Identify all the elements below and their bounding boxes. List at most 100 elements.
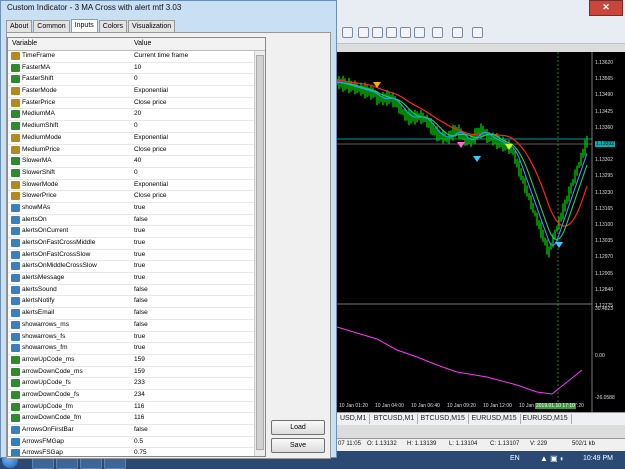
param-row-ArrowsFMGap[interactable]: ArrowsFMGap 0.5	[8, 437, 265, 449]
param-row-arrowDownCode_ms[interactable]: arrowDownCode_ms 159	[8, 367, 265, 379]
param-value[interactable]: true	[134, 343, 145, 353]
param-row-FasterMA[interactable]: FasterMA 10	[8, 63, 265, 75]
param-row-SlowerMA[interactable]: SlowerMA 40	[8, 156, 265, 168]
param-row-TimeFrame[interactable]: TimeFrame Current time frame	[8, 51, 265, 63]
window-close-button[interactable]: ✕	[589, 0, 623, 16]
param-value[interactable]: false	[134, 308, 148, 318]
param-value[interactable]: 40	[134, 156, 141, 166]
param-row-arrowDownCode_fm[interactable]: arrowDownCode_fm 116	[8, 413, 265, 425]
param-row-MediumShift[interactable]: MediumShift 0	[8, 121, 265, 133]
toolbar-shift-icon[interactable]	[414, 27, 425, 38]
param-value[interactable]: 0.5	[134, 437, 143, 447]
param-value[interactable]: 0.75	[134, 448, 147, 456]
param-value[interactable]: Close price	[134, 145, 167, 155]
param-row-alertsOnFastCrossMiddle[interactable]: alertsOnFastCrossMiddle true	[8, 238, 265, 250]
tab-common[interactable]: Common	[33, 20, 70, 32]
param-value[interactable]: true	[134, 332, 145, 342]
scrollbar-thumb[interactable]	[256, 55, 264, 450]
param-row-arrowUpCode_ms[interactable]: arrowUpCode_ms 159	[8, 355, 265, 367]
toolbar-indicators-icon[interactable]	[432, 27, 443, 38]
param-row-alertsMessage[interactable]: alertsMessage true	[8, 273, 265, 285]
toolbar-grid-icon[interactable]	[386, 27, 397, 38]
toolbar-periods-icon[interactable]	[452, 27, 463, 38]
clock[interactable]: 10:49 PM	[583, 455, 613, 462]
toolbar-zoom-out-icon[interactable]	[372, 27, 383, 38]
param-row-SlowerMode[interactable]: SlowerMode Exponential	[8, 180, 265, 192]
param-row-arrowDownCode_fs[interactable]: arrowDownCode_fs 234	[8, 390, 265, 402]
symbol-tab[interactable]: USD,M1	[337, 414, 371, 424]
param-value[interactable]: 234	[134, 390, 145, 400]
param-row-SlowerShift[interactable]: SlowerShift 0	[8, 168, 265, 180]
column-variable[interactable]: Variable	[12, 38, 37, 50]
symbol-tab[interactable]: EURUSD,M15	[520, 414, 572, 424]
tab-inputs[interactable]: Inputs	[70, 19, 98, 32]
param-value[interactable]: false	[134, 285, 148, 295]
symbol-tab[interactable]: BTCUSD,M1	[371, 414, 419, 424]
param-row-arrowUpCode_fm[interactable]: arrowUpCode_fm 116	[8, 402, 265, 414]
param-row-showarrows_ms[interactable]: showarrows_ms false	[8, 320, 265, 332]
param-value[interactable]: Exponential	[134, 86, 168, 96]
symbol-tab[interactable]: BTCUSD,M15	[418, 414, 469, 424]
load-button[interactable]: Load	[271, 420, 325, 435]
param-row-showarrows_fm[interactable]: showarrows_fm true	[8, 343, 265, 355]
param-value[interactable]: false	[134, 215, 148, 225]
param-row-MediumPrice[interactable]: MediumPrice Close price	[8, 145, 265, 157]
param-row-alertsOnCurrent[interactable]: alertsOnCurrent true	[8, 226, 265, 238]
tab-colors[interactable]: Colors	[98, 20, 128, 32]
param-value[interactable]: Close price	[134, 98, 167, 108]
param-row-arrowUpCode_fs[interactable]: arrowUpCode_fs 233	[8, 378, 265, 390]
param-value[interactable]: Exponential	[134, 133, 168, 143]
param-value[interactable]: true	[134, 203, 145, 213]
grid-scrollbar[interactable]	[254, 51, 265, 456]
save-button[interactable]: Save	[271, 438, 325, 453]
param-row-FasterShift[interactable]: FasterShift 0	[8, 74, 265, 87]
param-row-FasterPrice[interactable]: FasterPrice Close price	[8, 98, 265, 110]
param-row-ArrowsFSGap[interactable]: ArrowsFSGap 0.75	[8, 448, 265, 456]
param-value[interactable]: false	[134, 296, 148, 306]
param-value[interactable]: Close price	[134, 191, 167, 201]
param-value[interactable]: true	[134, 238, 145, 248]
param-value[interactable]: 20	[134, 109, 141, 119]
param-value[interactable]: Exponential	[134, 180, 168, 190]
param-value[interactable]: 159	[134, 355, 145, 365]
param-value[interactable]: 116	[134, 413, 144, 423]
param-row-SlowerPrice[interactable]: SlowerPrice Close price	[8, 191, 265, 203]
param-row-alertsEmail[interactable]: alertsEmail false	[8, 308, 265, 320]
language-indicator[interactable]: EN	[510, 455, 520, 462]
tab-visualization[interactable]: Visualization	[128, 20, 176, 32]
param-value[interactable]: 0	[134, 168, 138, 178]
param-value[interactable]: true	[134, 250, 145, 260]
param-value[interactable]: false	[134, 320, 148, 330]
param-value[interactable]: true	[134, 273, 145, 283]
param-row-alertsOnMiddleCrossSlow[interactable]: alertsOnMiddleCrossSlow true	[8, 261, 265, 274]
param-row-alertsNotify[interactable]: alertsNotify false	[8, 296, 265, 309]
tray-icons[interactable]: ▲ ▣ ◐	[540, 454, 565, 463]
param-value[interactable]: Current time frame	[134, 51, 188, 61]
tab-about[interactable]: About	[6, 20, 33, 32]
param-row-MediumMA[interactable]: MediumMA 20	[8, 109, 265, 122]
column-value[interactable]: Value	[134, 38, 151, 50]
param-row-MediumMode[interactable]: MediumMode Exponential	[8, 133, 265, 145]
param-row-alertsSound[interactable]: alertsSound false	[8, 285, 265, 297]
param-value[interactable]: true	[134, 261, 145, 271]
param-value[interactable]: false	[134, 425, 148, 435]
param-row-showarrows_fs[interactable]: showarrows_fs true	[8, 332, 265, 344]
param-row-ArrowsOnFirstBar[interactable]: ArrowsOnFirstBar false	[8, 425, 265, 437]
symbol-tab[interactable]: EURUSD,M15	[469, 414, 521, 424]
param-row-alertsOn[interactable]: alertsOn false	[8, 215, 265, 227]
toolbar-chart-icon[interactable]	[342, 27, 353, 38]
param-value[interactable]: 116	[134, 402, 144, 412]
toolbar-zoom-in-icon[interactable]	[358, 27, 369, 38]
toolbar-scroll-icon[interactable]	[400, 27, 411, 38]
param-row-showMAs[interactable]: showMAs true	[8, 203, 265, 215]
param-value[interactable]: 233	[134, 378, 145, 388]
param-value[interactable]: true	[134, 226, 145, 236]
price-chart[interactable]: 1.13620 1.13565 1.13490 1.13425 1.13360 1.133…	[337, 52, 625, 412]
param-value[interactable]: 0	[134, 74, 138, 84]
toolbar-templates-icon[interactable]	[472, 27, 483, 38]
param-row-FasterMode[interactable]: FasterMode Exponential	[8, 86, 265, 98]
param-value[interactable]: 0	[134, 121, 138, 131]
param-value[interactable]: 159	[134, 367, 145, 377]
param-row-alertsOnFastCrossSlow[interactable]: alertsOnFastCrossSlow true	[8, 250, 265, 262]
param-value[interactable]: 10	[134, 63, 141, 73]
